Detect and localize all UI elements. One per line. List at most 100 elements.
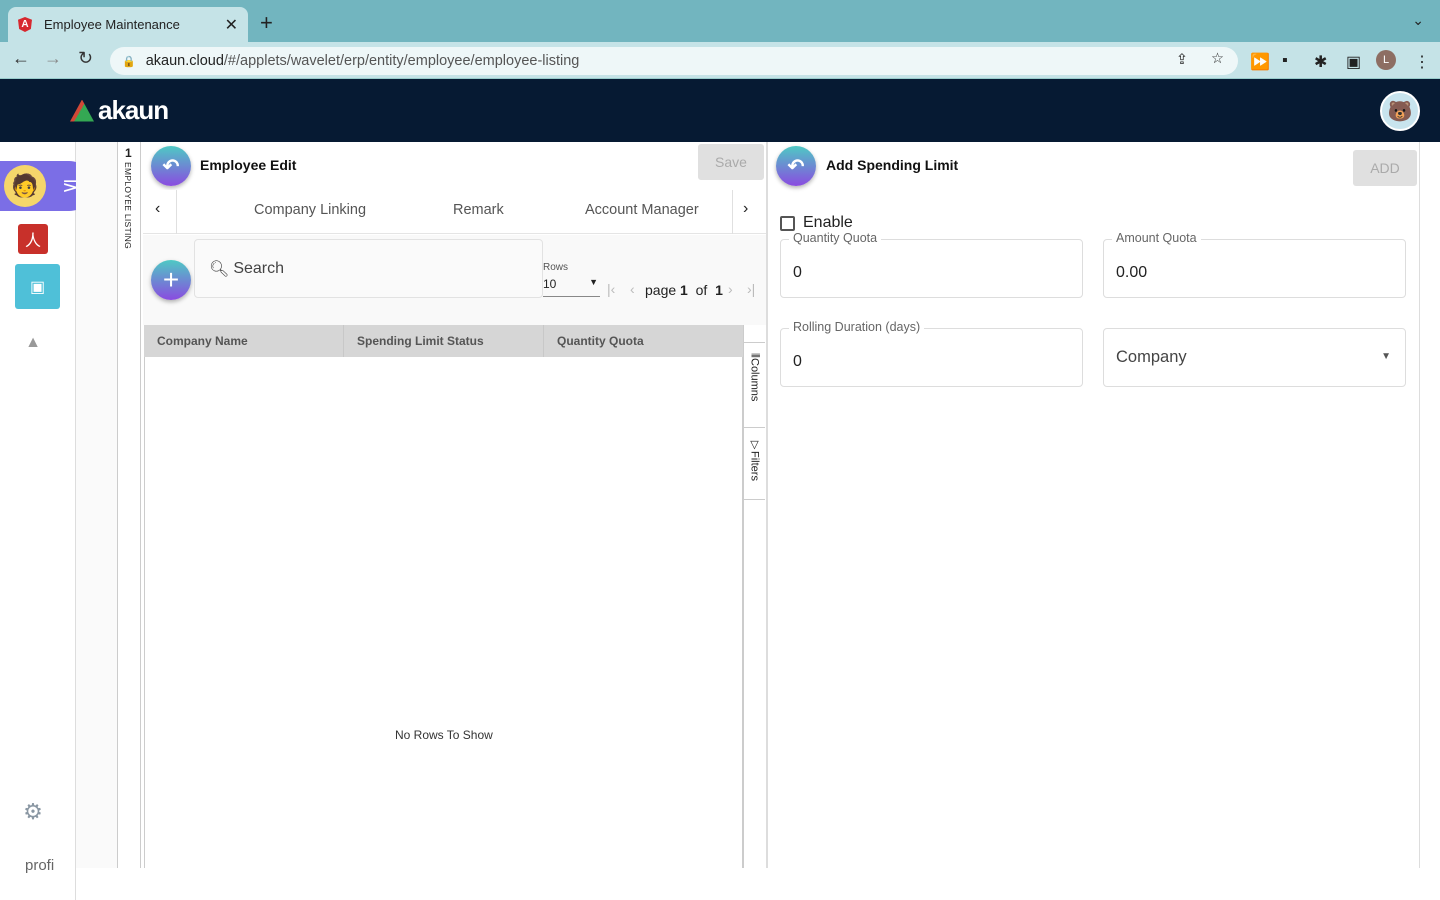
page-label: page	[645, 282, 677, 298]
search-input[interactable]: 🔍︎ Search	[194, 239, 543, 298]
share-icon[interactable]: ⇪	[1176, 52, 1188, 68]
browser-tab[interactable]: A Employee Maintenance ✕	[8, 7, 248, 42]
tab-title: Employee Maintenance	[44, 17, 180, 32]
field-label: Amount Quota	[1112, 231, 1201, 245]
field-label: Quantity Quota	[789, 231, 882, 245]
user-avatar[interactable]: 🐻	[1380, 91, 1420, 131]
add-spending-limit-panel: ↶ Add Spending Limit ADD Enable Quantity…	[768, 142, 1420, 868]
page-total: 1	[715, 282, 723, 298]
forward-icon[interactable]: →	[44, 48, 62, 69]
column-header-spending-limit-status[interactable]: Spending Limit Status	[344, 325, 544, 357]
extension-icon[interactable]: ⏩	[1250, 52, 1270, 72]
save-button[interactable]: Save	[698, 144, 764, 180]
page-current: 1	[680, 282, 688, 298]
lock-icon: 🔒	[122, 55, 136, 68]
tab-strip: ‹ Company Linking Remark Account Manager…	[143, 190, 766, 234]
profile-broken-image[interactable]: profi	[25, 857, 54, 874]
tab-account-manager[interactable]: Account Manager	[585, 202, 699, 218]
browser-tab-bar: A Employee Maintenance ✕ + ⌄	[0, 0, 1440, 42]
chevron-down-icon[interactable]: ⌄	[1412, 12, 1424, 29]
address-bar: ← → ↻ 🔒 akaun.cloud/#/applets/wavelet/er…	[0, 42, 1440, 79]
page-of: of	[695, 282, 708, 298]
logo-icon	[70, 99, 94, 122]
amount-quota-field[interactable]: Amount Quota 0.00	[1103, 231, 1406, 298]
tab-remark[interactable]: Remark	[453, 202, 504, 218]
first-page-icon[interactable]: |‹	[607, 281, 615, 297]
plus-icon: +	[162, 264, 180, 295]
back-button[interactable]: ↶	[776, 146, 816, 186]
pagination-text: page 1 of 1	[645, 282, 723, 298]
logo-text: akaun	[98, 95, 169, 125]
prev-page-icon[interactable]: ‹	[630, 281, 635, 297]
checkbox-icon	[780, 215, 795, 231]
app-icon: 人	[24, 233, 41, 250]
sidepanel-icon[interactable]: ▣	[1346, 52, 1361, 72]
employee-avatar-icon: 🧑	[4, 165, 46, 207]
panel-count: 1	[125, 146, 132, 160]
akaun-logo[interactable]: akaun	[70, 95, 169, 126]
employee-edit-panel: ↶ Employee Edit Save ‹ Company Linking R…	[143, 142, 766, 868]
menu-dots-icon[interactable]: ⋮	[1414, 52, 1430, 72]
columns-tool-button[interactable]: ⦀ Columns	[744, 343, 765, 428]
puzzle-icon[interactable]: ✱	[1314, 52, 1327, 72]
columns-label: Columns	[748, 357, 761, 402]
settings-icon[interactable]: ⚙	[18, 797, 48, 827]
url-host: akaun.cloud	[145, 53, 224, 69]
rows-value: 10	[543, 277, 557, 291]
divider	[176, 190, 177, 234]
profile-avatar[interactable]: L	[1376, 50, 1396, 70]
url-path: /#/applets/wavelet/erp/entity/employee/e…	[223, 53, 580, 69]
last-page-icon[interactable]: ›|	[747, 281, 755, 297]
dropdown-arrow-icon: ▼	[589, 277, 598, 287]
filters-tool-button[interactable]: ▽ Filters	[744, 428, 765, 500]
back-icon[interactable]: ←	[12, 48, 30, 69]
column-header-quantity-quota[interactable]: Quantity Quota	[544, 325, 743, 357]
reload-icon[interactable]: ↻	[78, 48, 93, 69]
field-value: 0	[793, 264, 802, 281]
add-button[interactable]: ADD	[1353, 150, 1417, 186]
panel-title: Add Spending Limit	[826, 157, 959, 173]
add-button[interactable]: +	[151, 260, 191, 300]
tab-scroll-right-icon[interactable]: ›	[743, 200, 748, 218]
grid-toolbar: + 🔍︎ Search Rows 10 ▼ |‹ ‹ page 1 of 1 › …	[143, 235, 766, 325]
gutter	[76, 142, 117, 868]
company-select[interactable]: Company ▼	[1103, 328, 1406, 387]
panel-tab-employee-listing[interactable]: 1 EMPLOYEE LISTING	[117, 142, 141, 868]
enable-label: Enable	[803, 214, 853, 231]
field-value: 0.00	[1116, 264, 1148, 281]
grid-side-bar: ⦀ Columns ▽ Filters	[743, 325, 765, 868]
back-arrow-icon: ↶	[787, 155, 805, 178]
next-page-icon[interactable]: ›	[728, 281, 733, 297]
filter-icon: ▽	[748, 438, 760, 451]
field-value: 0	[793, 353, 802, 370]
rows-select[interactable]: 10 ▼	[543, 277, 600, 297]
grid-body: No Rows To Show	[144, 357, 743, 868]
angular-icon: A	[18, 17, 32, 32]
rolling-duration-field[interactable]: Rolling Duration (days) 0	[780, 320, 1083, 387]
divider	[744, 325, 765, 343]
extension-dots-icon[interactable]: ▪	[1282, 52, 1288, 70]
divider	[732, 190, 733, 234]
app-header	[0, 79, 1440, 142]
back-button[interactable]: ↶	[151, 146, 191, 186]
app-sidebar	[0, 142, 76, 900]
page-title: Employee Edit	[200, 157, 297, 173]
tab-company-linking[interactable]: Company Linking	[254, 202, 366, 218]
rows-label: Rows	[543, 262, 569, 273]
field-label: Rolling Duration (days)	[789, 320, 925, 334]
url-input[interactable]: 🔒 akaun.cloud/#/applets/wavelet/erp/enti…	[110, 47, 1238, 75]
sidebar-item-app[interactable]: 人	[18, 224, 48, 254]
sidebar-item-shapes[interactable]: ▲	[18, 328, 48, 358]
enable-checkbox[interactable]: Enable	[780, 214, 853, 232]
star-icon[interactable]: ☆	[1211, 51, 1224, 67]
profile-image-alt: profi	[25, 857, 55, 874]
new-tab-button[interactable]: +	[260, 10, 273, 36]
quantity-quota-field[interactable]: Quantity Quota 0	[780, 231, 1083, 298]
column-header-company-name[interactable]: Company Name	[144, 325, 344, 357]
vertical-label: EMPLOYEE LISTING	[123, 162, 133, 249]
search-icon: 🔍︎	[209, 260, 230, 278]
close-tab-icon[interactable]: ✕	[225, 15, 238, 35]
tab-scroll-left-icon[interactable]: ‹	[155, 200, 160, 218]
filters-label: Filters	[748, 451, 761, 481]
sidebar-item-badge[interactable]: ▣	[15, 264, 60, 309]
